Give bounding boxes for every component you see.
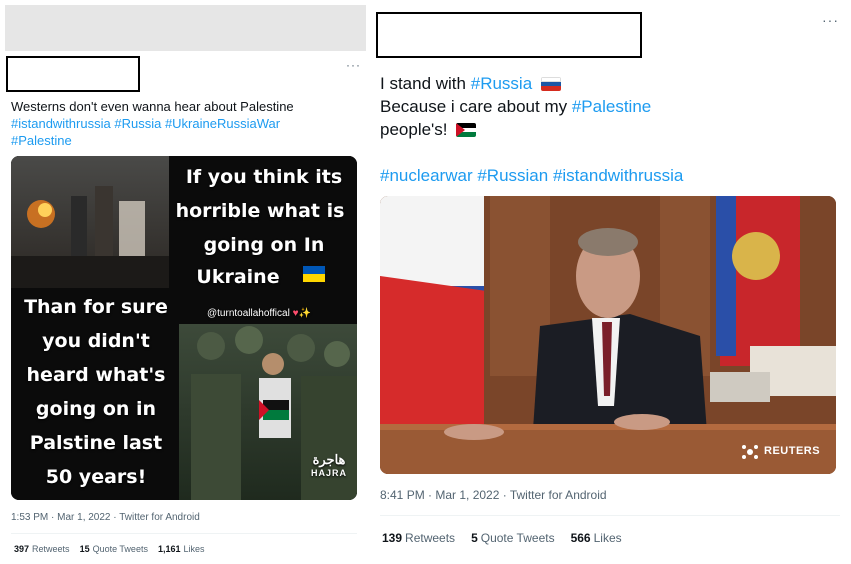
tweet-text-line: Westerns don't even wanna hear about Pal… [11, 99, 294, 114]
tweet-text: Westerns don't even wanna hear about Pal… [11, 98, 356, 149]
tweet-stats: 139 Retweets 5 Quote Tweets 566 Likes [382, 531, 622, 545]
retweets-stat[interactable]: 139 Retweets [382, 531, 455, 545]
tweet-media-image[interactable]: REUTERS [380, 196, 836, 474]
meme-text-line: Than for sure [24, 296, 168, 318]
tweet-text: I stand with #Russia Because i care abou… [380, 72, 840, 187]
hashtag-link[interactable]: #istandwithrussia [11, 116, 111, 131]
tweet-text-line: I stand with #Russia [380, 72, 840, 95]
divider [380, 515, 840, 516]
meme-handle-caption: @turntoallahoffical ♥✨ [207, 308, 311, 319]
russia-flag-icon [540, 77, 561, 91]
hajra-watermark: هاجرة HAJRA [311, 452, 348, 478]
hashtag-link[interactable]: #nuclearwar [380, 166, 473, 185]
redacted-author [6, 56, 140, 92]
more-options-icon[interactable]: ··· [822, 12, 839, 28]
meme-text-line: going on In [203, 234, 325, 256]
likes-stat[interactable]: 566 Likes [571, 531, 622, 545]
reuters-logo-icon: REUTERS [764, 445, 821, 457]
palestine-flag-icon [456, 123, 477, 137]
left-tweet-card: ··· Westerns don't even wanna hear about… [0, 0, 370, 564]
meme-text-line: Ukraine [196, 266, 280, 288]
hashtag-link[interactable]: #UkraineRussiaWar [165, 116, 280, 131]
redacted-author [376, 12, 642, 58]
meme-text-line: 50 years! [45, 466, 147, 488]
quote-tweets-stat[interactable]: 15 Quote Tweets [80, 544, 148, 554]
tweet-text-line: people's! [380, 118, 840, 141]
hashtag-link[interactable]: #Russian [477, 166, 548, 185]
hashtag-link[interactable]: #Palestine [572, 97, 651, 116]
meme-text-line: heard what's [26, 364, 166, 386]
meme-text-line: going on in [35, 398, 157, 420]
tweet-hashtags-line: #istandwithrussia #Russia #UkraineRussia… [11, 115, 356, 132]
meme-text-line: horrible what is [175, 200, 345, 222]
quote-tweets-stat[interactable]: 5 Quote Tweets [471, 531, 555, 545]
more-options-icon[interactable]: ··· [346, 58, 361, 72]
hashtag-link[interactable]: #Russia [471, 74, 532, 93]
hashtag-link[interactable]: #istandwithrussia [553, 166, 683, 185]
meme-text-line: Palstine last [29, 432, 163, 454]
tweet-timestamp[interactable]: 1:53 PM · Mar 1, 2022 · Twitter for Andr… [11, 512, 200, 523]
tweet-hashtags-line: #nuclearwar #Russian #istandwithrussia [380, 164, 840, 187]
retweets-stat[interactable]: 397 Retweets [14, 544, 70, 554]
meme-text-line: you didn't [42, 330, 150, 352]
tweet-timestamp[interactable]: 8:41 PM · Mar 1, 2022 · Twitter for Andr… [380, 488, 607, 502]
meme-text-line: If you think its [185, 166, 343, 188]
tweet-media-image[interactable]: If you think its horrible what is going … [11, 156, 357, 500]
divider [11, 533, 357, 534]
hashtag-link[interactable]: #Russia [114, 116, 161, 131]
tweet-text-line: Because i care about my #Palestine [380, 97, 652, 116]
hashtag-link[interactable]: #Palestine [11, 133, 72, 148]
heart-sparkle-icon: ♥✨ [292, 308, 311, 319]
preceding-tweet-placeholder [5, 5, 366, 51]
press-photo [380, 196, 836, 474]
tweet-stats: 397 Retweets 15 Quote Tweets 1,161 Likes [14, 544, 205, 554]
likes-stat[interactable]: 1,161 Likes [158, 544, 205, 554]
right-tweet-card: ··· I stand with #Russia Because i care … [370, 0, 851, 564]
